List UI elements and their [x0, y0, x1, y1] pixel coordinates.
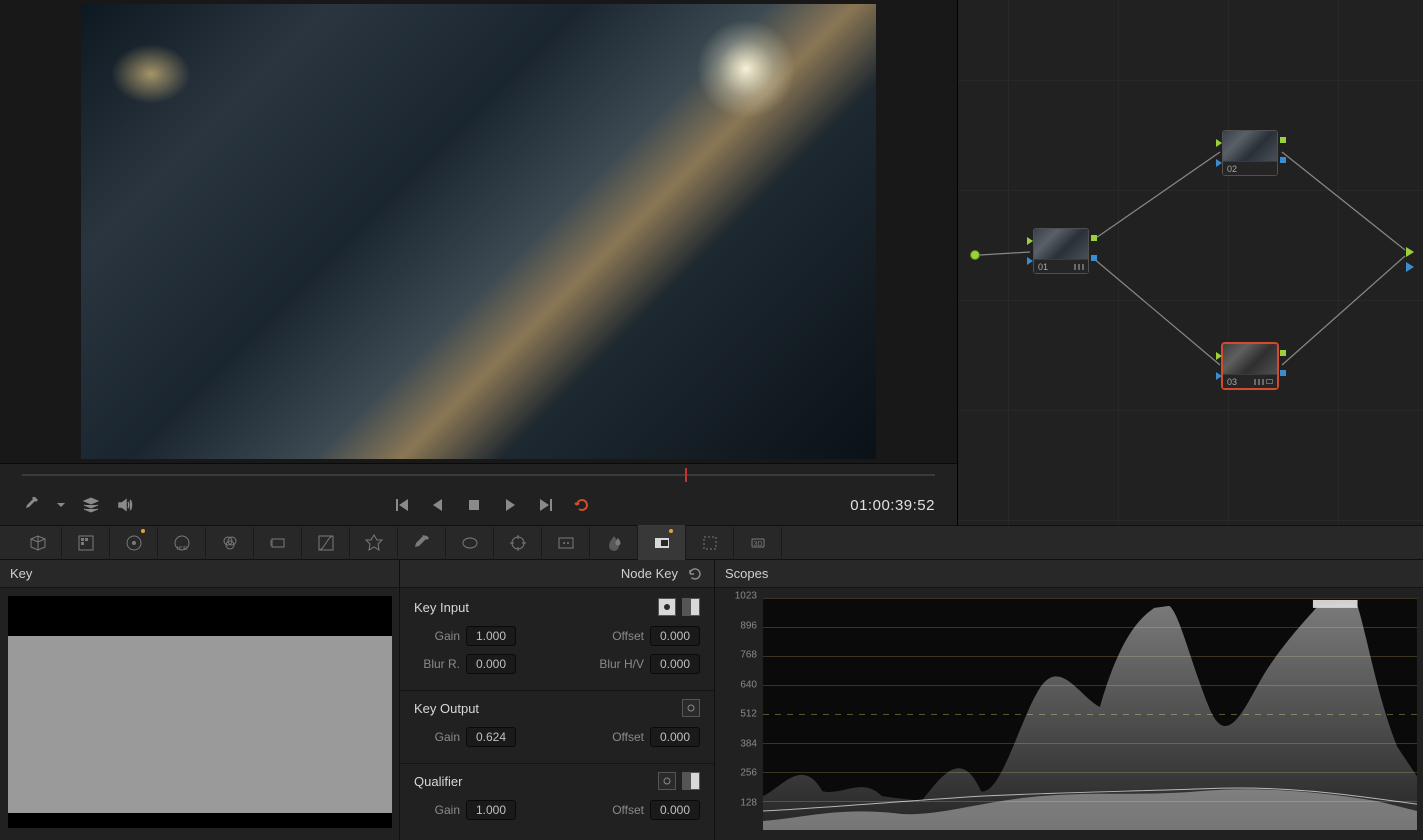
port-out-key[interactable]: [1280, 370, 1286, 376]
key-input-title: Key Input: [414, 600, 469, 615]
node-03[interactable]: 03: [1222, 343, 1278, 389]
next-clip-icon[interactable]: [537, 496, 555, 514]
palette-tracker[interactable]: [494, 525, 542, 560]
node-output-key[interactable]: [1406, 262, 1414, 272]
palette-toolbar: HDR 3D: [0, 525, 1423, 560]
gain-label: Gain: [414, 730, 460, 744]
palette-3d[interactable]: 3D: [734, 525, 782, 560]
palette-color-wheels[interactable]: [110, 525, 158, 560]
palette-camera-raw[interactable]: [14, 525, 62, 560]
port-in-rgb[interactable]: [1027, 237, 1033, 245]
key-controls-panel: Node Key Key Input Gain Of: [400, 560, 715, 840]
scopes-panel: Scopes 1023 896 768 640 512 384 256 128: [715, 560, 1423, 840]
node-label: 02: [1227, 164, 1237, 174]
viewer-controls: 01:00:39:52: [0, 485, 957, 525]
key-preview-thumbnail: [8, 596, 392, 828]
blur-hv-label: Blur H/V: [590, 657, 644, 671]
node-output[interactable]: [1406, 247, 1414, 257]
palette-magic-mask[interactable]: [542, 525, 590, 560]
port-in-key[interactable]: [1027, 257, 1033, 265]
key-input-blur-r[interactable]: [466, 654, 516, 674]
scrub-playhead[interactable]: [685, 468, 687, 482]
qualifier-invert-icon[interactable]: [658, 772, 676, 790]
blur-r-label: Blur R.: [414, 657, 460, 671]
output-invert-icon[interactable]: [682, 699, 700, 717]
viewer-panel: 01:00:39:52: [0, 0, 958, 525]
palette-blur[interactable]: [590, 525, 638, 560]
svg-text:HDR: HDR: [176, 546, 187, 552]
palette-qualifier[interactable]: [398, 525, 446, 560]
split-screen-icon[interactable]: [82, 496, 100, 514]
node-thumbnail: [1223, 344, 1277, 374]
matte-mask-icon[interactable]: [682, 598, 700, 616]
qualifier-offset[interactable]: [650, 800, 700, 820]
node-thumbnail: [1034, 229, 1088, 259]
reset-icon[interactable]: [686, 565, 704, 583]
port-out-key[interactable]: [1280, 157, 1286, 163]
port-in-rgb[interactable]: [1216, 352, 1222, 360]
viewer-canvas[interactable]: [0, 0, 957, 463]
node-graph[interactable]: 01 02 03: [958, 0, 1423, 525]
video-image: [81, 4, 876, 459]
palette-hdr-wheels[interactable]: HDR: [158, 525, 206, 560]
palette-sizing[interactable]: [686, 525, 734, 560]
palette-color-match[interactable]: [62, 525, 110, 560]
video-frame: [81, 4, 876, 459]
node-source-input[interactable]: [970, 250, 980, 260]
timecode-display[interactable]: 01:00:39:52: [850, 497, 935, 514]
palette-curves[interactable]: [302, 525, 350, 560]
scope-y-axis: 1023 896 768 640 512 384 256 128: [725, 596, 761, 832]
key-input-gain[interactable]: [466, 626, 516, 646]
prev-clip-icon[interactable]: [393, 496, 411, 514]
port-out-rgb[interactable]: [1280, 350, 1286, 356]
loop-icon[interactable]: [573, 496, 591, 514]
gain-label: Gain: [414, 803, 460, 817]
node-01[interactable]: 01: [1033, 228, 1089, 274]
palette-rgb-mixer[interactable]: [206, 525, 254, 560]
palette-motion-effects[interactable]: [254, 525, 302, 560]
node-02[interactable]: 02: [1222, 130, 1278, 176]
key-input-blur-hv[interactable]: [650, 654, 700, 674]
offset-label: Offset: [598, 730, 644, 744]
mute-icon[interactable]: [116, 496, 134, 514]
key-input-offset[interactable]: [650, 626, 700, 646]
port-out-rgb[interactable]: [1280, 137, 1286, 143]
key-preview-panel: Key: [0, 560, 400, 840]
qualifier-mask-icon[interactable]: [682, 772, 700, 790]
palette-color-warper[interactable]: [350, 525, 398, 560]
node-label: 03: [1227, 377, 1237, 387]
key-panel-title: Key: [10, 566, 32, 581]
port-in-key[interactable]: [1216, 372, 1222, 380]
palette-key[interactable]: [638, 525, 686, 560]
key-output-title: Key Output: [414, 701, 479, 716]
qualifier-title: Qualifier: [414, 774, 462, 789]
port-out-key[interactable]: [1091, 255, 1097, 261]
node-label: 01: [1038, 262, 1048, 272]
offset-label: Offset: [598, 629, 644, 643]
key-mode-label[interactable]: Node Key: [621, 566, 678, 581]
qualifier-gain[interactable]: [466, 800, 516, 820]
viewer-scrubber[interactable]: [0, 463, 957, 485]
port-out-rgb[interactable]: [1091, 235, 1097, 241]
stop-icon[interactable]: [465, 496, 483, 514]
scope-waveform[interactable]: [763, 598, 1417, 830]
palette-window[interactable]: [446, 525, 494, 560]
play-reverse-icon[interactable]: [429, 496, 447, 514]
port-in-rgb[interactable]: [1216, 139, 1222, 147]
gain-label: Gain: [414, 629, 460, 643]
port-in-key[interactable]: [1216, 159, 1222, 167]
scrub-track: [22, 474, 935, 476]
offset-label: Offset: [598, 803, 644, 817]
key-output-offset[interactable]: [650, 727, 700, 747]
scopes-title: Scopes: [725, 566, 768, 581]
picker-icon[interactable]: [22, 496, 40, 514]
picker-dropdown-icon[interactable]: [56, 496, 66, 514]
svg-text:3D: 3D: [753, 541, 762, 548]
matte-invert-icon[interactable]: [658, 598, 676, 616]
play-icon[interactable]: [501, 496, 519, 514]
key-output-gain[interactable]: [466, 727, 516, 747]
node-thumbnail: [1223, 131, 1277, 161]
